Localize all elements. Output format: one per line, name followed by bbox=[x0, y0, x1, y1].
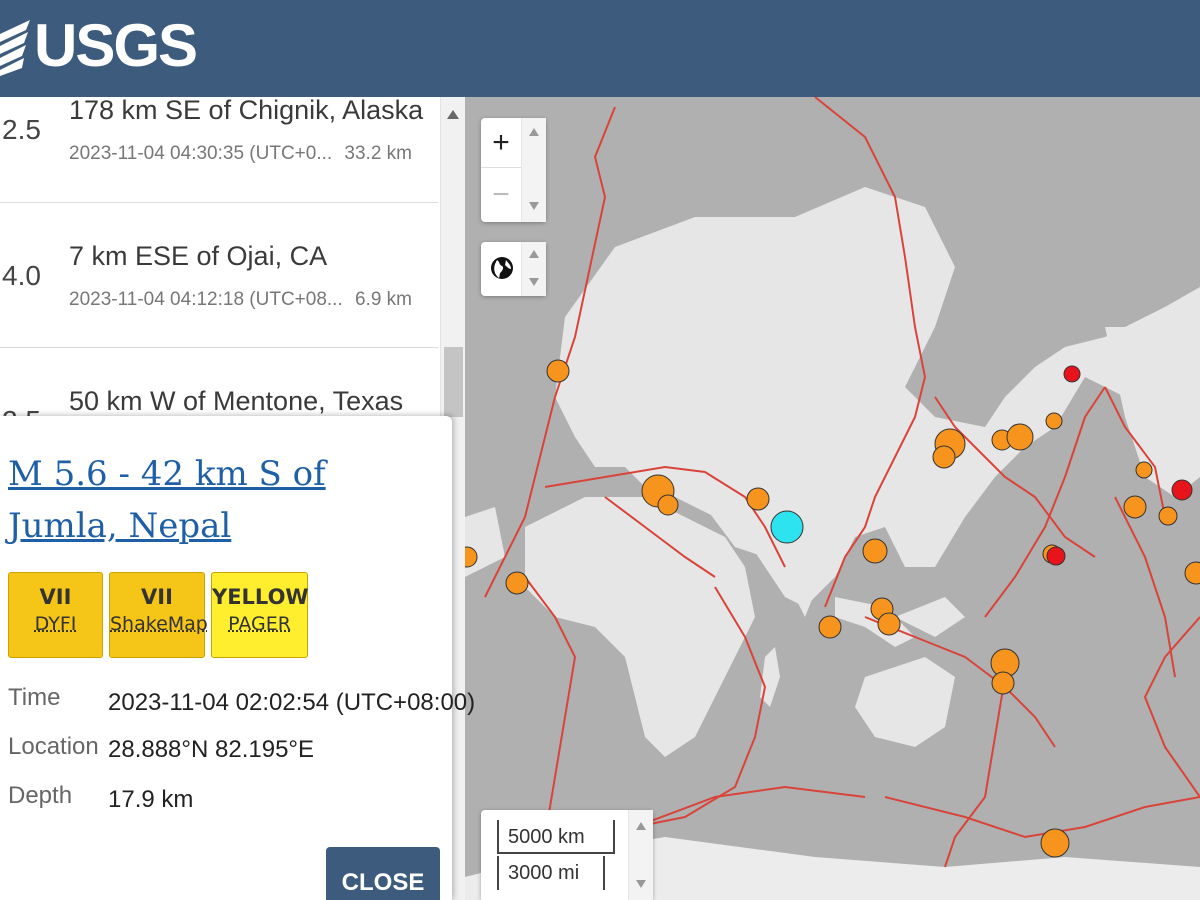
earthquake-marker[interactable] bbox=[1045, 412, 1063, 430]
scroll-up-arrow-icon[interactable] bbox=[529, 250, 539, 258]
location-value: 28.888°N 82.195°E bbox=[108, 736, 315, 763]
world-map bbox=[465, 97, 1200, 900]
earthquake-marker[interactable] bbox=[818, 615, 842, 639]
earthquake-marker[interactable] bbox=[1040, 828, 1070, 858]
zoom-control-scrollbar[interactable] bbox=[521, 118, 546, 222]
list-item-depth: 33.2 km bbox=[344, 143, 412, 164]
depth-value: 17.9 km bbox=[108, 786, 194, 813]
map-view[interactable] bbox=[465, 97, 1200, 900]
list-item[interactable]: 4.0 7 km ESE of Ojai, CA 2023-11-04 04:1… bbox=[0, 203, 438, 348]
usgs-wave-icon bbox=[0, 20, 30, 76]
close-button[interactable]: CLOSE bbox=[326, 847, 440, 900]
list-item-time: 2023-11-04 04:30:35 (UTC+0... bbox=[69, 143, 333, 164]
earthquake-marker[interactable] bbox=[1063, 365, 1081, 383]
scroll-thumb[interactable] bbox=[444, 347, 463, 417]
earthquake-marker[interactable] bbox=[991, 671, 1015, 695]
zoom-out-button[interactable]: − bbox=[481, 170, 521, 220]
badge-intensity: VII bbox=[39, 585, 72, 609]
scale-scrollbar[interactable] bbox=[628, 810, 653, 900]
list-item[interactable]: 2.5 178 km SE of Chignik, Alaska 2023-11… bbox=[0, 97, 438, 203]
earthquake-marker[interactable] bbox=[877, 612, 901, 636]
earthquake-marker[interactable] bbox=[657, 494, 679, 516]
earthquake-marker[interactable] bbox=[770, 510, 804, 544]
earthquake-marker[interactable] bbox=[862, 538, 888, 564]
list-item-place: 50 km W of Mentone, Texas bbox=[69, 386, 404, 416]
list-item-magnitude: 2.5 bbox=[2, 114, 41, 145]
pager-badge[interactable]: YELLOW PAGER bbox=[211, 572, 309, 658]
earthquake-marker[interactable] bbox=[546, 359, 570, 383]
earthquake-marker[interactable] bbox=[1184, 561, 1200, 585]
earthquake-marker[interactable] bbox=[746, 487, 770, 511]
earthquake-marker[interactable] bbox=[1171, 479, 1193, 501]
list-item-time: 2023-11-04 04:12:18 (UTC+08... bbox=[69, 289, 343, 310]
shakemap-badge[interactable]: VII ShakeMap bbox=[109, 572, 208, 658]
basemap-control bbox=[481, 242, 546, 296]
scroll-down-arrow-icon[interactable] bbox=[529, 278, 539, 286]
earthquake-marker[interactable] bbox=[1046, 546, 1066, 566]
badge-alert-level: YELLOW bbox=[212, 585, 309, 609]
globe-icon[interactable] bbox=[489, 255, 515, 281]
list-item-magnitude: 4.0 bbox=[2, 260, 41, 291]
list-item-place: 7 km ESE of Ojai, CA bbox=[69, 241, 328, 271]
popup-title-link[interactable]: M 5.6 - 42 km S of Jumla, Nepal bbox=[8, 448, 428, 552]
usgs-logo[interactable]: USGS bbox=[0, 12, 198, 79]
depth-label: Depth bbox=[8, 782, 73, 809]
scroll-down-arrow-icon[interactable] bbox=[636, 880, 646, 888]
badge-label: DYFI bbox=[34, 613, 77, 635]
time-value: 2023-11-04 02:02:54 (UTC+08:00) bbox=[108, 689, 476, 716]
earthquake-marker[interactable] bbox=[1123, 495, 1147, 519]
location-label: Location bbox=[8, 733, 99, 760]
list-item-depth: 6.9 km bbox=[354, 289, 412, 310]
badge-label: PAGER bbox=[228, 613, 291, 635]
scale-km: 5000 km bbox=[497, 820, 615, 854]
list-item-place: 178 km SE of Chignik, Alaska bbox=[69, 97, 424, 125]
scroll-down-arrow-icon[interactable] bbox=[529, 202, 539, 210]
scroll-up-arrow-icon[interactable] bbox=[447, 110, 459, 119]
scroll-up-arrow-icon[interactable] bbox=[636, 822, 646, 830]
zoom-control: + − bbox=[481, 118, 546, 222]
logo-text: USGS bbox=[34, 12, 198, 79]
badge-intensity: VII bbox=[141, 585, 173, 609]
earthquake-marker[interactable] bbox=[932, 445, 956, 469]
earthquake-marker[interactable] bbox=[1158, 506, 1178, 526]
earthquake-marker[interactable] bbox=[505, 571, 529, 595]
time-label: Time bbox=[8, 684, 61, 711]
zoom-in-button[interactable]: + bbox=[481, 118, 521, 168]
badge-label: ShakeMap bbox=[110, 613, 208, 635]
earthquake-marker[interactable] bbox=[1006, 423, 1034, 451]
earthquake-marker[interactable] bbox=[1135, 461, 1153, 479]
scale-mi: 3000 mi bbox=[497, 856, 605, 890]
map-scale: 5000 km 3000 mi bbox=[481, 810, 653, 900]
earthquake-popup: M 5.6 - 42 km S of Jumla, Nepal VII DYFI… bbox=[0, 416, 475, 900]
site-header: USGS bbox=[0, 0, 1200, 97]
basemap-control-scrollbar[interactable] bbox=[521, 242, 546, 296]
scroll-up-arrow-icon[interactable] bbox=[529, 128, 539, 136]
dyfi-badge[interactable]: VII DYFI bbox=[8, 572, 103, 658]
